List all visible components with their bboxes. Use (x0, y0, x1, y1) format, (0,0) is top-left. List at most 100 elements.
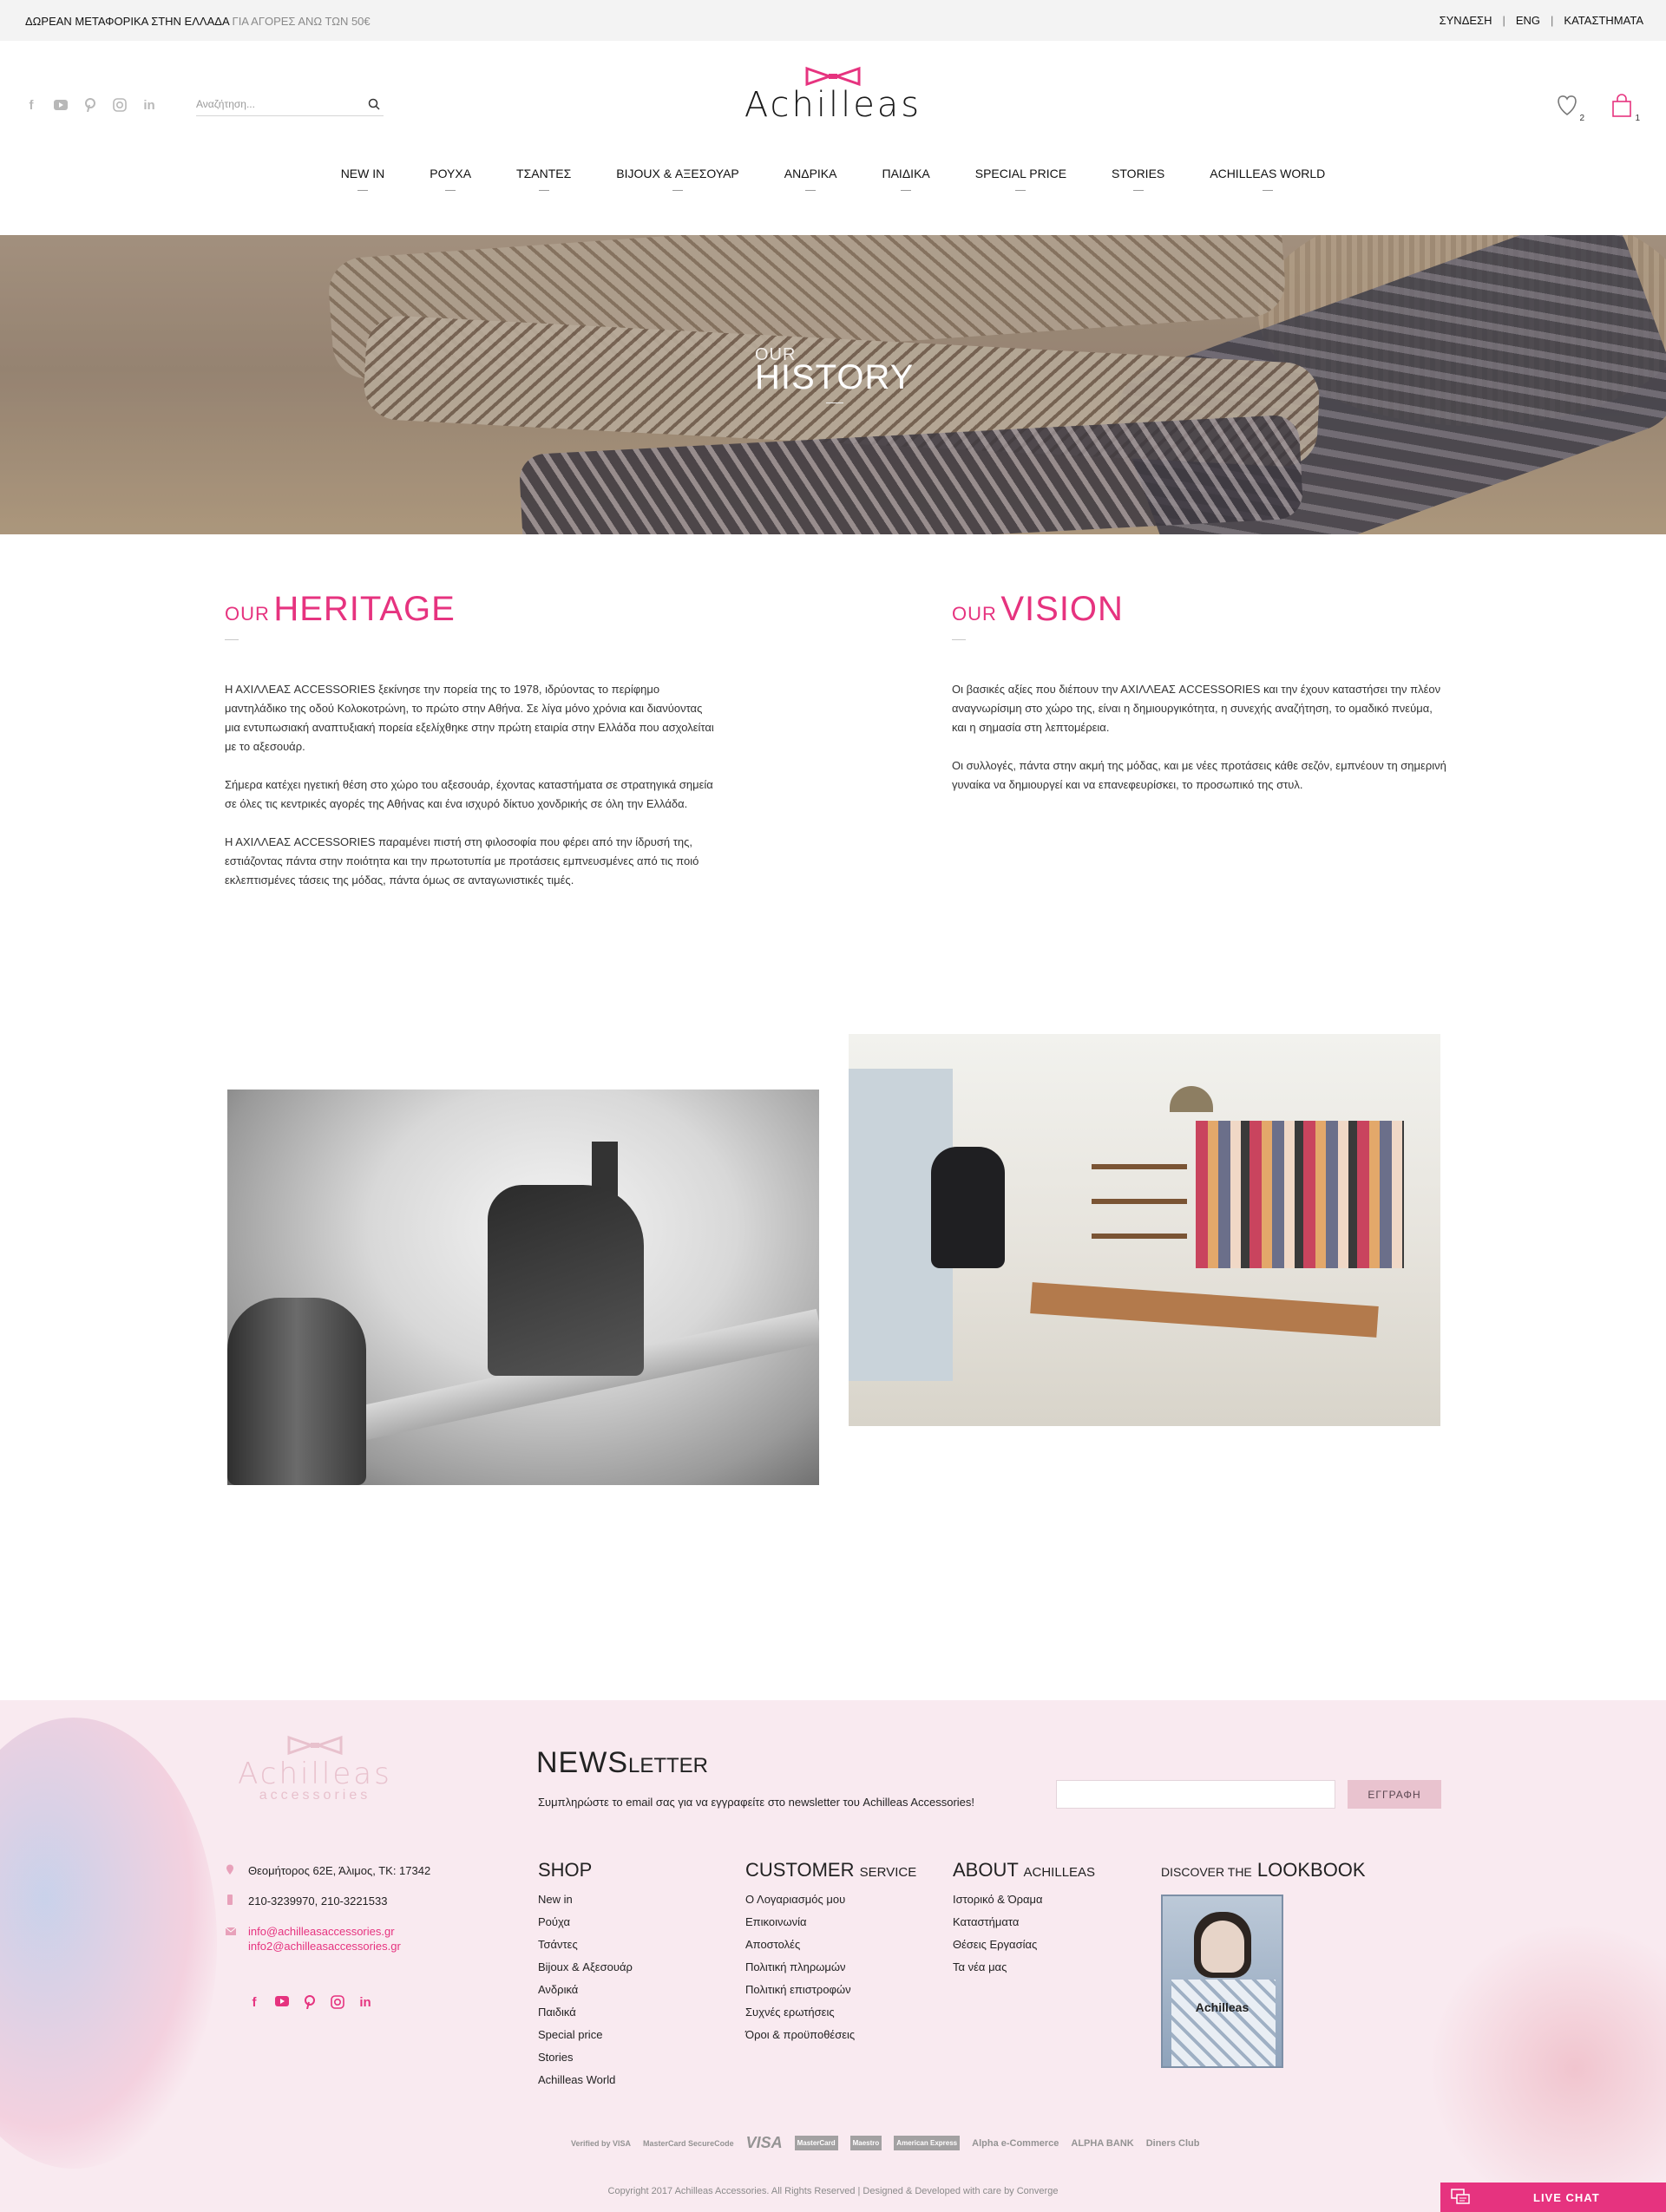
heritage-text: Η ΑΧΙΛΛΕΑΣ ACCESSORIES ξεκίνησε την πορε… (225, 680, 719, 909)
footer-link[interactable]: New in (538, 1888, 633, 1911)
search-icon[interactable] (368, 98, 380, 115)
stores-link[interactable]: ΚΑΤΑΣΤΗΜΑΤΑ (1553, 14, 1654, 27)
phone-row: 210-3239970, 210-3221533 (226, 1894, 430, 1908)
store-interior-photo (849, 1034, 1440, 1426)
sewing-machine-photo (227, 1090, 819, 1485)
photo-shelf-shape (1092, 1164, 1187, 1169)
nav-item-kids[interactable]: ΠΑΙΔΙΚΑ (859, 167, 952, 180)
newsletter-email-input[interactable] (1056, 1780, 1335, 1809)
live-chat-label: LIVE CHAT (1533, 2191, 1600, 2204)
hero-banner: OUR HISTORY (0, 235, 1666, 534)
vision-divider (952, 639, 966, 640)
footer-link[interactable]: Αποστολές (745, 1934, 916, 1956)
footer-link[interactable]: Πολιτική πληρωμών (745, 1956, 916, 1979)
nav-item-bags[interactable]: ΤΣΑΝΤΕΣ (494, 167, 594, 180)
lookbook-cover[interactable]: Achilleas (1161, 1895, 1283, 2068)
watercolor-decoration (0, 1718, 217, 2169)
main-nav: NEW IN ΡΟΥΧΑ ΤΣΑΝΤΕΣ BIJOUX & ΑΞΕΣΟΥΑΡ Α… (0, 167, 1666, 180)
vision-paragraph: Οι βασικές αξίες που διέπουν την ΑΧΙΛΛΕΑ… (952, 683, 1441, 734)
footer-link[interactable]: Stories (538, 2046, 633, 2069)
footer-link[interactable]: Ιστορικό & Όραμα (953, 1888, 1095, 1911)
vision-title: OUR VISION (952, 590, 1124, 640)
mastercard-securecode-icon: MasterCard SecureCode (643, 2138, 734, 2148)
linkedin-icon[interactable]: in (141, 96, 158, 114)
footer-logo-sub: accessories (259, 1788, 371, 1803)
footer-link[interactable]: Καταστήματα (953, 1911, 1095, 1934)
lookbook-title-small: DISCOVER THE (1161, 1865, 1252, 1879)
bow-logo-icon (287, 1735, 343, 1756)
footer-link[interactable]: Παιδικά (538, 2001, 633, 2024)
visa-icon: VISA (745, 2134, 783, 2151)
footer-link[interactable]: Επικοινωνία (745, 1911, 916, 1934)
cart-button[interactable]: 1 (1610, 94, 1640, 123)
youtube-icon[interactable] (52, 96, 69, 114)
facebook-icon[interactable]: f (246, 1995, 262, 2012)
live-chat-button[interactable]: LIVE CHAT (1440, 2183, 1666, 2212)
heritage-divider (225, 639, 239, 640)
footer-link[interactable]: Τα νέα μας (953, 1956, 1095, 1979)
alpha-ecommerce-icon: Alpha e-Commerce (972, 2137, 1059, 2149)
search-input[interactable] (196, 94, 352, 115)
nav-item-men[interactable]: ΑΝΔΡΙΚΑ (762, 167, 860, 180)
footer-logo[interactable]: Achilleas accessories (237, 1735, 393, 1803)
footer-link[interactable]: Special price (538, 2024, 633, 2046)
header-social-links: f in (23, 96, 158, 114)
subscribe-button[interactable]: ΕΓΓΡΑΦΗ (1348, 1780, 1441, 1809)
footer-shop-column: SHOP New in Ρούχα Τσάντες Bijoux & Αξεσο… (538, 1859, 633, 2091)
footer-link[interactable]: Θέσεις Εργασίας (953, 1934, 1095, 1956)
footer-link[interactable]: Bijoux & Αξεσουάρ (538, 1956, 633, 1979)
cart-count: 1 (1635, 114, 1640, 123)
footer-customer-service-column: CUSTOMER SERVICE Ο Λογαριασμός μου Επικο… (745, 1859, 916, 2046)
footer-link[interactable]: Ο Λογαριασμός μου (745, 1888, 916, 1911)
linkedin-icon[interactable]: in (357, 1995, 373, 2012)
nav-item-achilleas-world[interactable]: ACHILLEAS WORLD (1187, 167, 1348, 180)
customer-service-title: CUSTOMER SERVICE (745, 1859, 916, 1882)
vision-text: Οι βασικές αξίες που διέπουν την ΑΧΙΛΛΕΑ… (952, 680, 1446, 814)
wishlist-button[interactable]: 2 (1555, 94, 1584, 123)
youtube-icon[interactable] (274, 1995, 290, 2012)
instagram-icon[interactable] (330, 1995, 345, 2012)
mastercard-icon: MasterCard (794, 2136, 838, 2150)
nav-item-bijoux[interactable]: BIJOUX & ΑΞΕΣΟΥΑΡ (594, 167, 762, 180)
facebook-icon[interactable]: f (23, 96, 40, 114)
language-link[interactable]: ENG (1505, 14, 1551, 27)
email-link[interactable]: info@achilleasaccessories.gr (248, 1924, 430, 1939)
footer-link[interactable]: Πολιτική επιστροφών (745, 1979, 916, 2001)
footer-link[interactable]: Ρούχα (538, 1911, 633, 1934)
hero-title-big: HISTORY (755, 358, 915, 396)
nav-item-special-price[interactable]: SPECIAL PRICE (953, 167, 1089, 180)
nav-item-clothes[interactable]: ΡΟΥΧΑ (407, 167, 494, 180)
photo-lamp-shape (1170, 1086, 1213, 1112)
phone-text[interactable]: 210-3239970, 210-3221533 (248, 1895, 387, 1908)
footer-social-links: f in (246, 1995, 373, 2012)
footer-link[interactable]: Achilleas World (538, 2069, 633, 2091)
photo-coat-shape (931, 1147, 1005, 1268)
footer-link[interactable]: Τσάντες (538, 1934, 633, 1956)
vision-title-small: OUR (952, 603, 997, 625)
lookbook-cover-title: Achilleas (1195, 2000, 1250, 2014)
wishlist-count: 2 (1579, 114, 1584, 123)
phone-icon (226, 1895, 234, 1909)
watercolor-decoration (1432, 1926, 1666, 2212)
free-shipping-promo: ΔΩΡΕΑΝ ΜΕΤΑΦΟΡΙΚΑ ΣΤΗΝ ΕΛΛΑΔΑ ΓΙΑ ΑΓΟΡΕΣ… (25, 15, 371, 28)
site-logo[interactable]: Achilleas (742, 66, 924, 125)
login-link[interactable]: ΣΥΝΔΕΣΗ (1429, 14, 1503, 27)
nav-item-new-in[interactable]: NEW IN (318, 167, 408, 180)
heart-icon (1558, 95, 1577, 116)
pinterest-icon[interactable] (302, 1995, 318, 2012)
footer-link[interactable]: Συχνές ερωτήσεις (745, 2001, 916, 2024)
email-link[interactable]: info2@achilleasaccessories.gr (248, 1939, 430, 1953)
address-text: Θεομήτορος 62Ε, Άλιμος, ΤΚ: 17342 (248, 1864, 431, 1877)
instagram-icon[interactable] (111, 96, 128, 114)
bow-logo-icon (805, 66, 861, 87)
about-title-big: ABOUT (953, 1859, 1019, 1881)
footer-link[interactable]: Ανδρικά (538, 1979, 633, 2001)
chat-icon (1451, 2189, 1470, 2210)
footer-link[interactable]: Όροι & προϋποθέσεις (745, 2024, 916, 2046)
search-box (196, 94, 384, 116)
pinterest-icon[interactable] (82, 96, 99, 114)
vision-paragraph: Οι συλλογές, πάντα στην ακμή της μόδας, … (952, 759, 1446, 791)
nav-item-stories[interactable]: STORIES (1089, 167, 1187, 180)
heritage-paragraph: Η ΑΧΙΛΛΕΑΣ ACCESSORIES ξεκίνησε την πορε… (225, 683, 714, 753)
cs-title-small: SERVICE (859, 1865, 917, 1880)
